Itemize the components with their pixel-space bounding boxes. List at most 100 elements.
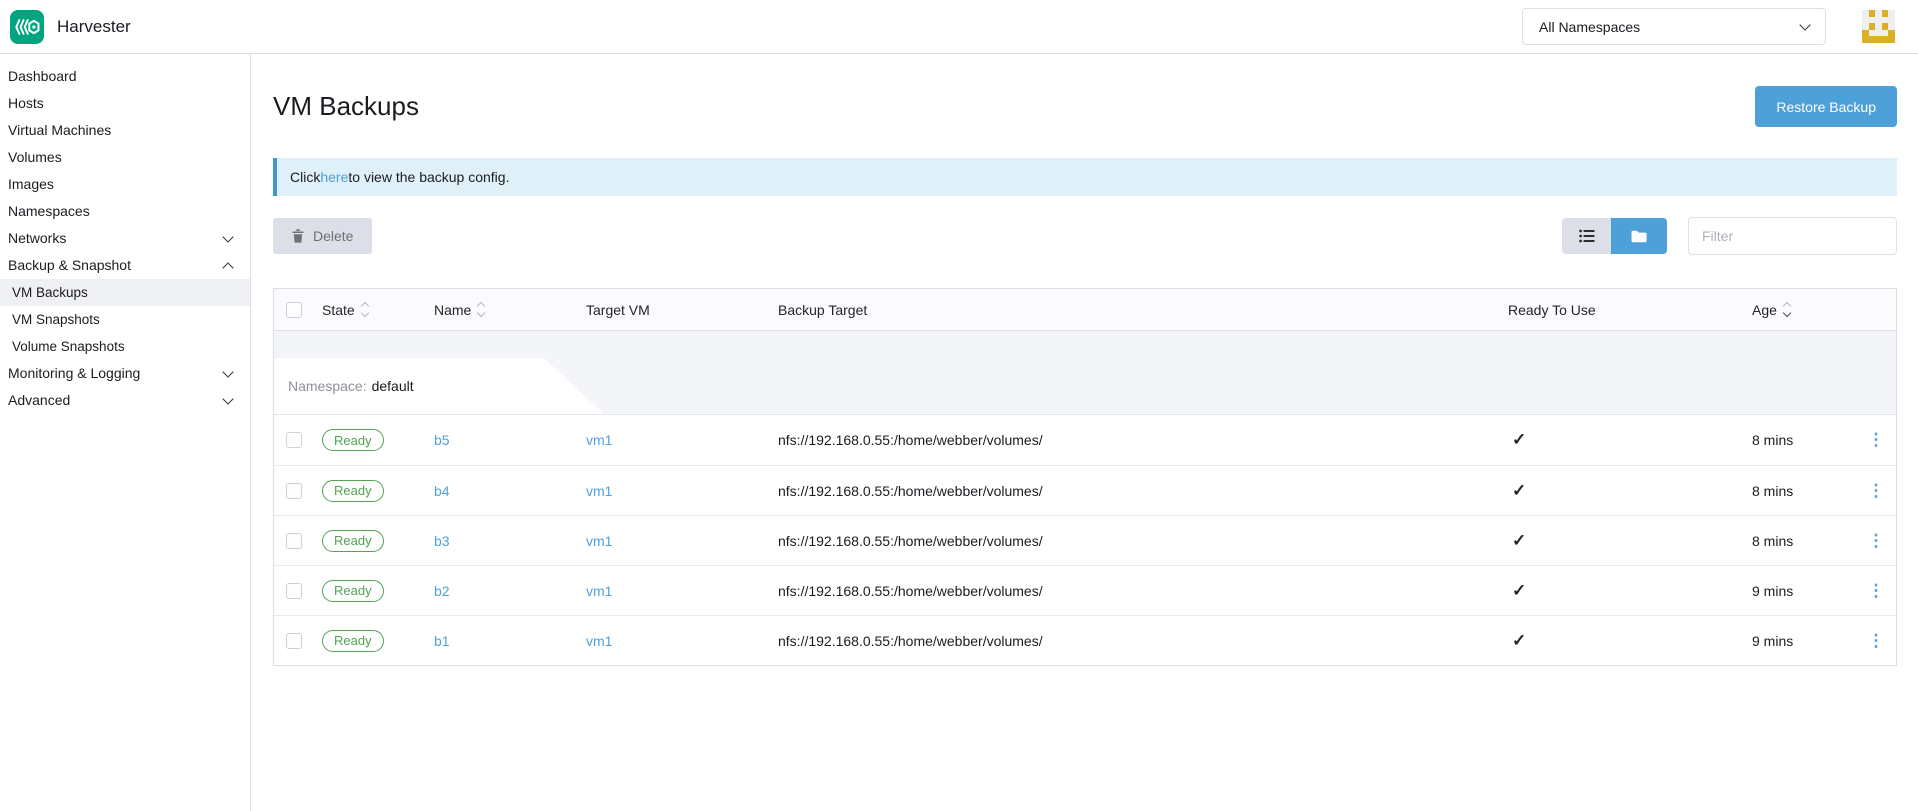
sidebar-item-label: Monitoring & Logging (8, 365, 140, 382)
kebab-menu-icon[interactable]: ⋮ (1862, 631, 1891, 651)
restore-backup-button[interactable]: Restore Backup (1755, 86, 1897, 127)
table-row: Ready b2 vm1 nfs://192.168.0.55:/home/we… (274, 565, 1896, 615)
table-row: Ready b4 vm1 nfs://192.168.0.55:/home/we… (274, 465, 1896, 515)
sidebar-item-label: VM Snapshots (12, 311, 100, 328)
sidebar-item-vm-snapshots[interactable]: VM Snapshots (0, 306, 250, 333)
namespace-select-value: All Namespaces (1539, 19, 1640, 35)
backup-name-link[interactable]: b4 (434, 483, 450, 499)
table-header-row: State Name Target VM Backup Target Rea (274, 289, 1896, 331)
status-badge: Ready (322, 429, 384, 451)
sort-icon-active (1784, 303, 1790, 316)
backup-target-value: nfs://192.168.0.55:/home/webber/volumes/ (770, 432, 1500, 448)
sidebar-item-monitoring-logging[interactable]: Monitoring & Logging (0, 360, 250, 387)
sidebar-item-label: Backup & Snapshot (8, 257, 131, 274)
sidebar-item-dashboard[interactable]: Dashboard (0, 63, 250, 90)
main-content: VM Backups Restore Backup Click here to … (251, 54, 1918, 811)
sort-icon (478, 303, 484, 316)
chevron-down-icon (222, 231, 233, 242)
sidebar: Dashboard Hosts Virtual Machines Volumes… (0, 54, 251, 811)
column-label: Age (1752, 302, 1777, 318)
filter-input[interactable] (1688, 217, 1897, 255)
age-value: 8 mins (1744, 483, 1856, 499)
sidebar-item-namespaces[interactable]: Namespaces (0, 198, 250, 225)
status-badge: Ready (322, 530, 384, 552)
check-icon: ✓ (1508, 430, 1526, 449)
status-badge: Ready (322, 480, 384, 502)
delete-button[interactable]: Delete (273, 218, 372, 254)
age-value: 9 mins (1744, 633, 1856, 649)
banner-text-suffix: to view the backup config. (348, 169, 509, 185)
namespace-group-tab: Namespace: default (274, 358, 604, 414)
check-icon: ✓ (1508, 531, 1526, 550)
kebab-menu-icon[interactable]: ⋮ (1862, 581, 1891, 601)
sidebar-item-label: Volumes (8, 149, 62, 166)
column-header-name[interactable]: Name (426, 302, 578, 318)
backup-name-link[interactable]: b3 (434, 533, 450, 549)
sidebar-item-label: Virtual Machines (8, 122, 111, 139)
table-row: Ready b5 vm1 nfs://192.168.0.55:/home/we… (274, 415, 1896, 465)
column-label: Ready To Use (1508, 302, 1596, 318)
table-toolbar: Delete (273, 217, 1897, 255)
sidebar-item-backup-snapshot[interactable]: Backup & Snapshot (0, 252, 250, 279)
view-toggle (1562, 218, 1667, 254)
backup-target-value: nfs://192.168.0.55:/home/webber/volumes/ (770, 633, 1500, 649)
target-vm-link[interactable]: vm1 (586, 432, 612, 448)
check-icon: ✓ (1508, 481, 1526, 500)
column-header-state[interactable]: State (314, 302, 426, 318)
row-checkbox[interactable] (286, 483, 302, 499)
column-header-backup-target[interactable]: Backup Target (770, 302, 1500, 318)
sidebar-item-networks[interactable]: Networks (0, 225, 250, 252)
harvester-logo-glyph (14, 17, 40, 37)
kebab-menu-icon[interactable]: ⋮ (1862, 430, 1891, 450)
sidebar-item-label: Networks (8, 230, 66, 247)
select-all-checkbox[interactable] (286, 302, 302, 318)
sidebar-item-volumes[interactable]: Volumes (0, 144, 250, 171)
info-banner: Click here to view the backup config. (273, 158, 1897, 196)
column-header-ready-to-use[interactable]: Ready To Use (1500, 302, 1744, 318)
folder-icon (1631, 230, 1647, 243)
row-checkbox[interactable] (286, 583, 302, 599)
harvester-app: Harvester All Namespaces Dashboard Hosts… (0, 0, 1918, 811)
user-avatar[interactable] (1862, 10, 1895, 43)
sidebar-item-volume-snapshots[interactable]: Volume Snapshots (0, 333, 250, 360)
sidebar-item-hosts[interactable]: Hosts (0, 90, 250, 117)
sidebar-item-images[interactable]: Images (0, 171, 250, 198)
column-header-age[interactable]: Age (1744, 302, 1856, 318)
sidebar-item-advanced[interactable]: Advanced (0, 387, 250, 414)
table-row: Ready b3 vm1 nfs://192.168.0.55:/home/we… (274, 515, 1896, 565)
chevron-up-icon (222, 262, 233, 273)
check-icon: ✓ (1508, 631, 1526, 650)
backup-name-link[interactable]: b1 (434, 633, 450, 649)
harvester-logo-icon[interactable] (10, 10, 44, 44)
sidebar-item-virtual-machines[interactable]: Virtual Machines (0, 117, 250, 144)
banner-here-link[interactable]: here (320, 169, 348, 185)
row-checkbox[interactable] (286, 533, 302, 549)
banner-text-prefix: Click (290, 169, 320, 185)
kebab-menu-icon[interactable]: ⋮ (1862, 481, 1891, 501)
row-checkbox[interactable] (286, 432, 302, 448)
backup-target-value: nfs://192.168.0.55:/home/webber/volumes/ (770, 483, 1500, 499)
sidebar-item-label: Dashboard (8, 68, 77, 85)
column-header-target-vm[interactable]: Target VM (578, 302, 770, 318)
age-value: 8 mins (1744, 533, 1856, 549)
kebab-menu-icon[interactable]: ⋮ (1862, 531, 1891, 551)
backup-name-link[interactable]: b5 (434, 432, 450, 448)
list-icon (1579, 229, 1595, 243)
target-vm-link[interactable]: vm1 (586, 583, 612, 599)
row-checkbox[interactable] (286, 633, 302, 649)
backup-target-value: nfs://192.168.0.55:/home/webber/volumes/ (770, 583, 1500, 599)
trash-icon (292, 229, 304, 243)
status-badge: Ready (322, 580, 384, 602)
target-vm-link[interactable]: vm1 (586, 633, 612, 649)
status-badge: Ready (322, 630, 384, 652)
target-vm-link[interactable]: vm1 (586, 483, 612, 499)
backup-name-link[interactable]: b2 (434, 583, 450, 599)
namespace-select[interactable]: All Namespaces (1522, 8, 1826, 45)
column-label: Target VM (586, 302, 650, 318)
sidebar-item-label: Images (8, 176, 54, 193)
column-label: State (322, 302, 355, 318)
grouped-view-button[interactable] (1611, 218, 1667, 254)
sidebar-item-vm-backups[interactable]: VM Backups (0, 279, 250, 306)
target-vm-link[interactable]: vm1 (586, 533, 612, 549)
list-view-button[interactable] (1562, 218, 1611, 254)
